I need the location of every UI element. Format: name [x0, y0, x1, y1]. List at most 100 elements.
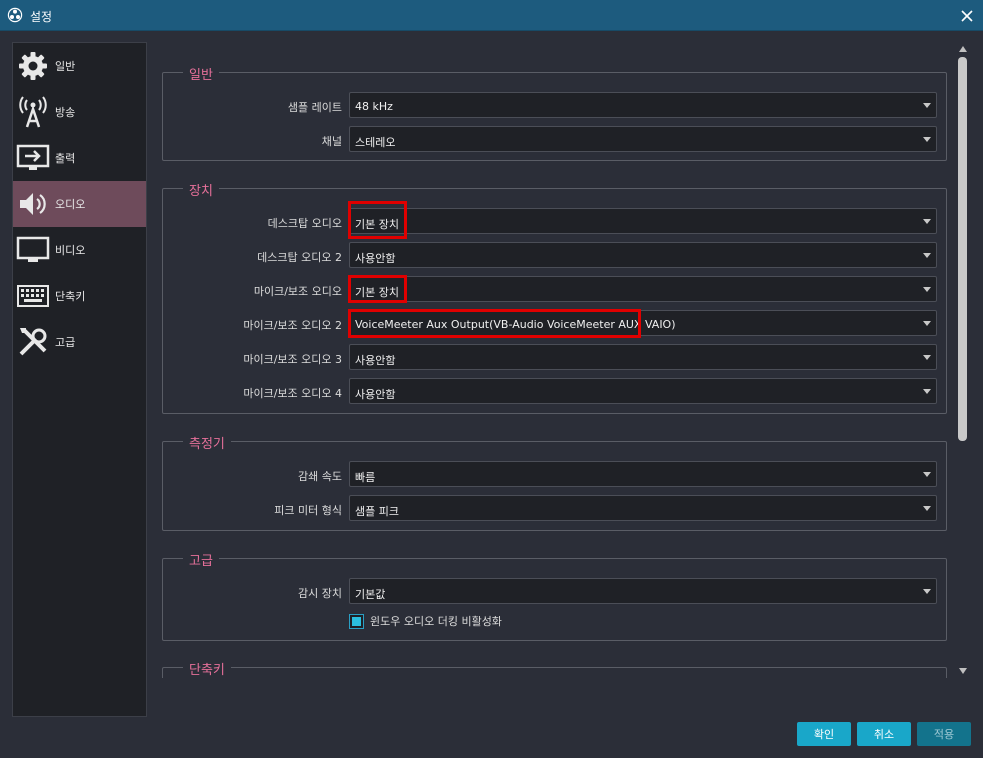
decay-rate-label: 감쇄 속도 [298, 470, 342, 483]
monitoring-device-select[interactable]: 기본값 [349, 578, 937, 604]
chevron-down-icon [923, 355, 931, 360]
sample-rate-select[interactable]: 48 kHz [349, 92, 937, 118]
hotkeys-group: 단축키 [162, 659, 947, 678]
window-title: 설정 [30, 10, 53, 24]
close-icon [961, 9, 973, 22]
monitor-icon [15, 232, 51, 268]
monitoring-device-row: 감시 장치 기본값 [163, 578, 948, 604]
peak-meter-type-row: 피크 미터 형식 샘플 피크 [163, 495, 948, 521]
desktop-audio-2-row: 데스크탑 오디오 2 사용안함 [163, 242, 948, 268]
sidebar-item-audio[interactable]: 오디오 [13, 181, 146, 227]
obs-logo-icon [7, 7, 23, 23]
ok-button[interactable]: 확인 [797, 722, 851, 746]
desktop-audio-2-value: 사용안함 [355, 252, 396, 265]
sample-rate-value: 48 kHz [355, 100, 393, 113]
advanced-group: 고급 감시 장치 기본값 윈도우 오디오 더킹 비활성화 [162, 550, 948, 641]
channels-row: 채널 스테레오 [163, 126, 948, 152]
chevron-down-icon [923, 253, 931, 258]
peak-meter-type-value: 샘플 피크 [355, 505, 399, 518]
group-title: 일반 [183, 64, 219, 83]
channels-label: 채널 [321, 135, 342, 148]
peak-meter-type-label: 피크 미터 형식 [274, 504, 342, 517]
scrollbar-thumb[interactable] [958, 57, 967, 441]
vertical-scrollbar[interactable] [956, 42, 970, 678]
channels-select[interactable]: 스테레오 [349, 126, 937, 152]
mic-aux-3-value: 사용안함 [355, 354, 396, 367]
sidebar-item-video[interactable]: 비디오 [13, 227, 146, 273]
sidebar-item-label: 일반 [55, 60, 76, 73]
keyboard-icon [15, 278, 51, 314]
chevron-down-icon [923, 321, 931, 326]
sidebar-item-label: 비디오 [55, 244, 86, 257]
mic-aux-4-row: 마이크/보조 오디오 4 사용안함 [163, 378, 948, 404]
scroll-down-icon[interactable] [959, 668, 967, 674]
peak-meter-type-select[interactable]: 샘플 피크 [349, 495, 937, 521]
title-bar: 설정 [0, 0, 983, 31]
sidebar-item-label: 고급 [55, 336, 76, 349]
devices-group: 장치 데스크탑 오디오 기본 장치 데스크탑 오디오 2 사용안함 마이크/보조… [162, 180, 948, 414]
mic-aux-2-select[interactable]: VoiceMeeter Aux Output(VB-Audio VoiceMee… [349, 310, 937, 336]
close-button[interactable] [951, 0, 983, 31]
sidebar-item-hotkeys[interactable]: 단축키 [13, 273, 146, 319]
desktop-audio-select[interactable]: 기본 장치 [349, 208, 937, 234]
sample-rate-row: 샘플 레이트 48 kHz [163, 92, 948, 118]
desktop-audio-label: 데스크탑 오디오 [267, 217, 342, 230]
sidebar-item-advanced[interactable]: 고급 [13, 319, 146, 365]
sidebar-item-label: 단축키 [55, 290, 86, 303]
sidebar-item-output[interactable]: 출력 [13, 135, 146, 181]
meters-group: 측정기 감쇄 속도 빠름 피크 미터 형식 샘플 피크 [162, 433, 948, 531]
audio-settings-panel: 일반 샘플 레이트 48 kHz 채널 스테레오 장치 데스크탑 오디오 기본 … [150, 42, 956, 678]
sidebar-item-label: 출력 [55, 152, 76, 165]
desktop-audio-value: 기본 장치 [355, 218, 399, 231]
decay-rate-row: 감쇄 속도 빠름 [163, 461, 948, 487]
monitoring-device-value: 기본값 [355, 588, 386, 601]
mic-aux-row: 마이크/보조 오디오 기본 장치 [163, 275, 948, 303]
apply-button[interactable]: 적용 [917, 722, 971, 746]
group-title: 고급 [183, 550, 219, 569]
decay-rate-select[interactable]: 빠름 [349, 461, 937, 487]
sidebar-item-stream[interactable]: 방송 [13, 89, 146, 135]
mic-aux-4-value: 사용안함 [355, 388, 396, 401]
general-group: 일반 샘플 레이트 48 kHz 채널 스테레오 [162, 64, 948, 161]
disable-ducking-label: 윈도우 오디오 더킹 비활성화 [370, 615, 502, 628]
mic-aux-4-select[interactable]: 사용안함 [349, 378, 937, 404]
scroll-up-icon[interactable] [959, 46, 967, 52]
mic-aux-3-label: 마이크/보조 오디오 3 [243, 353, 342, 366]
mic-aux-2-row: 마이크/보조 오디오 2 VoiceMeeter Aux Output(VB-A… [163, 309, 948, 338]
sidebar-item-label: 오디오 [55, 198, 86, 211]
gear-icon [15, 48, 51, 84]
desktop-audio-2-select[interactable]: 사용안함 [349, 242, 937, 268]
mic-aux-2-label: 마이크/보조 오디오 2 [243, 319, 342, 332]
mic-aux-4-label: 마이크/보조 오디오 4 [243, 387, 342, 400]
cancel-button[interactable]: 취소 [857, 722, 911, 746]
desktop-audio-row: 데스크탑 오디오 기본 장치 [163, 201, 948, 239]
desktop-audio-2-label: 데스크탑 오디오 2 [257, 251, 342, 264]
chevron-down-icon [923, 137, 931, 142]
settings-sidebar: 일반 방송 출력 오디오 비디오 단축키 고급 [12, 42, 147, 717]
group-title: 단축키 [183, 659, 231, 678]
decay-rate-value: 빠름 [355, 471, 376, 484]
chevron-down-icon [923, 472, 931, 477]
mic-aux-select[interactable]: 기본 장치 [349, 276, 937, 302]
mic-aux-3-select[interactable]: 사용안함 [349, 344, 937, 370]
group-title: 측정기 [183, 433, 231, 452]
checkmark-icon [352, 616, 361, 626]
speaker-icon [15, 186, 51, 222]
mic-aux-label: 마이크/보조 오디오 [253, 285, 342, 298]
checkbox-box[interactable] [349, 613, 364, 629]
chevron-down-icon [923, 389, 931, 394]
mic-aux-value: 기본 장치 [355, 286, 399, 299]
mic-aux-2-value: VoiceMeeter Aux Output(VB-Audio VoiceMee… [355, 318, 676, 331]
chevron-down-icon [923, 589, 931, 594]
chevron-down-icon [923, 103, 931, 108]
sample-rate-label: 샘플 레이트 [287, 101, 342, 114]
disable-ducking-checkbox[interactable]: 윈도우 오디오 더킹 비활성화 [349, 612, 502, 630]
chevron-down-icon [923, 506, 931, 511]
sidebar-item-label: 방송 [55, 106, 76, 119]
chevron-down-icon [923, 287, 931, 292]
tools-icon [15, 324, 51, 360]
output-icon [15, 140, 51, 176]
channels-value: 스테레오 [355, 136, 396, 149]
broadcast-tower-icon [15, 94, 51, 130]
sidebar-item-general[interactable]: 일반 [13, 43, 146, 89]
